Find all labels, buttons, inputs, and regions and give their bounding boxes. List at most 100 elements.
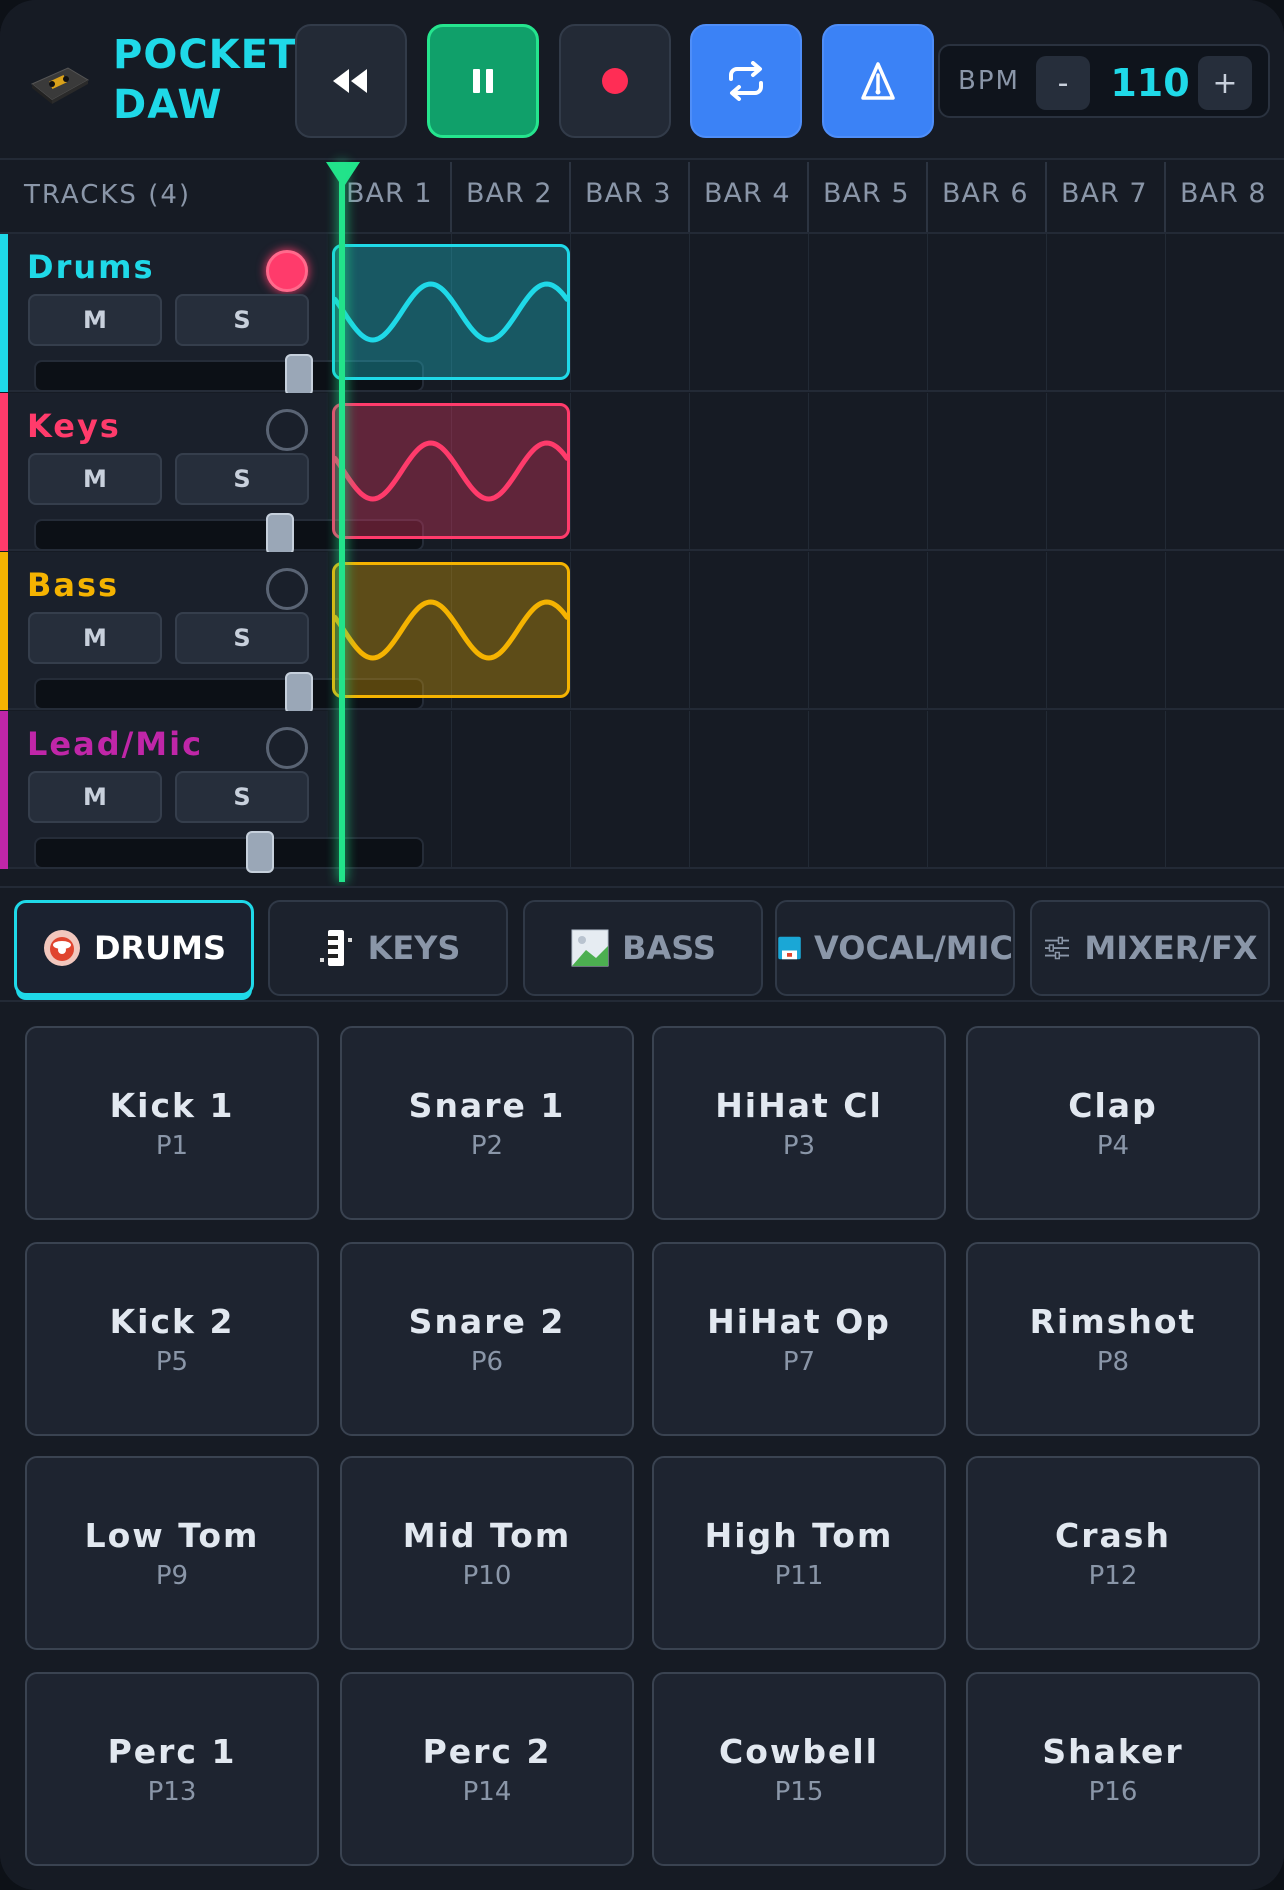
pad-number: P7 [782, 1346, 816, 1377]
tab-drums[interactable]: DRUMS [14, 900, 254, 996]
drum-pad[interactable]: Kick 1 P1 [25, 1026, 319, 1220]
pad-number: P5 [155, 1346, 189, 1377]
keys-icon [319, 930, 352, 966]
tab-keys[interactable]: KEYS [268, 900, 508, 996]
track-name[interactable]: Keys [27, 407, 121, 445]
loop-icon [729, 61, 763, 101]
instrument-tab-bar: DRUMS KEYS BASS VOCAL/MIC MIXER/FX [0, 886, 1284, 1002]
solo-button[interactable]: S [175, 612, 309, 664]
record-arm-button[interactable] [266, 568, 308, 610]
bar-label: BAR 5 [807, 162, 910, 232]
daw-app: POCKET DAW BPM - 110 + TRACKS (4) BAR 1 … [0, 0, 1284, 1890]
grid-line [1165, 234, 1166, 390]
drum-pad[interactable]: High Tom P11 [652, 1456, 946, 1650]
bar-label: BAR 3 [569, 162, 672, 232]
mute-button[interactable]: M [28, 612, 162, 664]
tab-mixer-fx[interactable]: MIXER/FX [1030, 900, 1270, 996]
tab-bass[interactable]: BASS [523, 900, 763, 996]
bpm-value[interactable]: 110 [1100, 56, 1200, 110]
grid-line [1046, 552, 1047, 708]
solo-button[interactable]: S [175, 294, 309, 346]
pad-name: Crash [1055, 1515, 1171, 1555]
pad-number: P2 [470, 1130, 504, 1161]
waveform-icon [335, 281, 567, 343]
bass-icon [571, 929, 609, 967]
volume-slider-thumb[interactable] [285, 672, 313, 714]
bar-label: BAR 7 [1045, 162, 1148, 232]
drum-pad[interactable]: Snare 2 P6 [340, 1242, 634, 1436]
drum-pad[interactable]: Clap P4 [966, 1026, 1260, 1220]
pause-button[interactable] [427, 24, 539, 138]
pad-name: Clap [1068, 1085, 1158, 1125]
metronome-button[interactable] [822, 24, 934, 138]
grid-line [927, 711, 928, 867]
bpm-increase-button[interactable]: + [1198, 56, 1252, 110]
solo-button[interactable]: S [175, 771, 309, 823]
drum-pad[interactable]: Cowbell P15 [652, 1672, 946, 1866]
tab-label: KEYS [367, 929, 461, 967]
record-arm-button[interactable] [266, 409, 308, 451]
bpm-decrease-button[interactable]: - [1036, 56, 1090, 110]
top-bar: POCKET DAW BPM - 110 + [0, 0, 1284, 160]
mute-button[interactable]: M [28, 453, 162, 505]
tab-label: VOCAL/MIC [814, 929, 1013, 967]
record-arm-button[interactable] [266, 250, 308, 292]
mute-button[interactable]: M [28, 771, 162, 823]
track-row-lead-mic: Lead/Mic M S [0, 711, 1284, 873]
drum-pad[interactable]: Kick 2 P5 [25, 1242, 319, 1436]
pad-number: P1 [155, 1130, 189, 1161]
playhead[interactable] [339, 162, 345, 882]
mute-button[interactable]: M [28, 294, 162, 346]
bar-ruler[interactable]: BAR 1 BAR 2 BAR 3 BAR 4 BAR 5 BAR 6 BAR … [332, 162, 1284, 232]
audio-clip[interactable] [332, 403, 570, 539]
volume-slider-thumb[interactable] [266, 513, 294, 555]
drum-pad[interactable]: Snare 1 P2 [340, 1026, 634, 1220]
pad-name: Kick 2 [109, 1301, 235, 1341]
app-title-line2: DAW [113, 82, 223, 128]
drum-pad[interactable]: Perc 1 P13 [25, 1672, 319, 1866]
audio-clip[interactable] [332, 244, 570, 380]
grid-line [689, 393, 690, 549]
rewind-icon [333, 69, 367, 93]
mic-icon [778, 936, 801, 960]
track-lane[interactable] [332, 711, 1284, 867]
pad-number: P6 [470, 1346, 504, 1377]
track-name[interactable]: Drums [27, 248, 155, 286]
solo-button[interactable]: S [175, 453, 309, 505]
loop-button[interactable] [690, 24, 802, 138]
pad-name: Cowbell [718, 1731, 879, 1771]
drum-pad[interactable]: Mid Tom P10 [340, 1456, 634, 1650]
track-name[interactable]: Lead/Mic [27, 725, 203, 763]
volume-slider-thumb[interactable] [246, 831, 274, 873]
audio-clip[interactable] [332, 562, 570, 698]
drum-pad[interactable]: Shaker P16 [966, 1672, 1260, 1866]
pad-number: P15 [774, 1776, 824, 1807]
drum-pad[interactable]: Perc 2 P14 [340, 1672, 634, 1866]
rewind-button[interactable] [295, 24, 407, 138]
grid-line [1046, 234, 1047, 390]
tracks-count-label: TRACKS (4) [24, 180, 192, 210]
sliders-icon [1045, 936, 1070, 960]
volume-slider-thumb[interactable] [285, 354, 313, 396]
pad-name: Snare 1 [408, 1085, 566, 1125]
track-name[interactable]: Bass [27, 566, 119, 604]
drum-pad[interactable]: Rimshot P8 [966, 1242, 1260, 1436]
drum-pad[interactable]: HiHat Op P7 [652, 1242, 946, 1436]
track-color-strip [0, 234, 8, 392]
record-arm-button[interactable] [266, 727, 308, 769]
bpm-label: BPM [958, 66, 1020, 96]
pad-name: High Tom [704, 1515, 894, 1555]
pad-number: P12 [1088, 1560, 1138, 1591]
tab-vocal-mic[interactable]: VOCAL/MIC [775, 900, 1015, 996]
pad-number: P8 [1096, 1346, 1130, 1377]
grid-line [570, 552, 571, 708]
drum-pad[interactable]: HiHat Cl P3 [652, 1026, 946, 1220]
record-button[interactable] [559, 24, 671, 138]
drum-pad[interactable]: Crash P12 [966, 1456, 1260, 1650]
pad-name: Perc 2 [422, 1731, 552, 1771]
pad-name: Kick 1 [109, 1085, 235, 1125]
pad-name: Mid Tom [402, 1515, 572, 1555]
waveform-icon [335, 440, 567, 502]
drum-icon [43, 930, 80, 966]
drum-pad[interactable]: Low Tom P9 [25, 1456, 319, 1650]
